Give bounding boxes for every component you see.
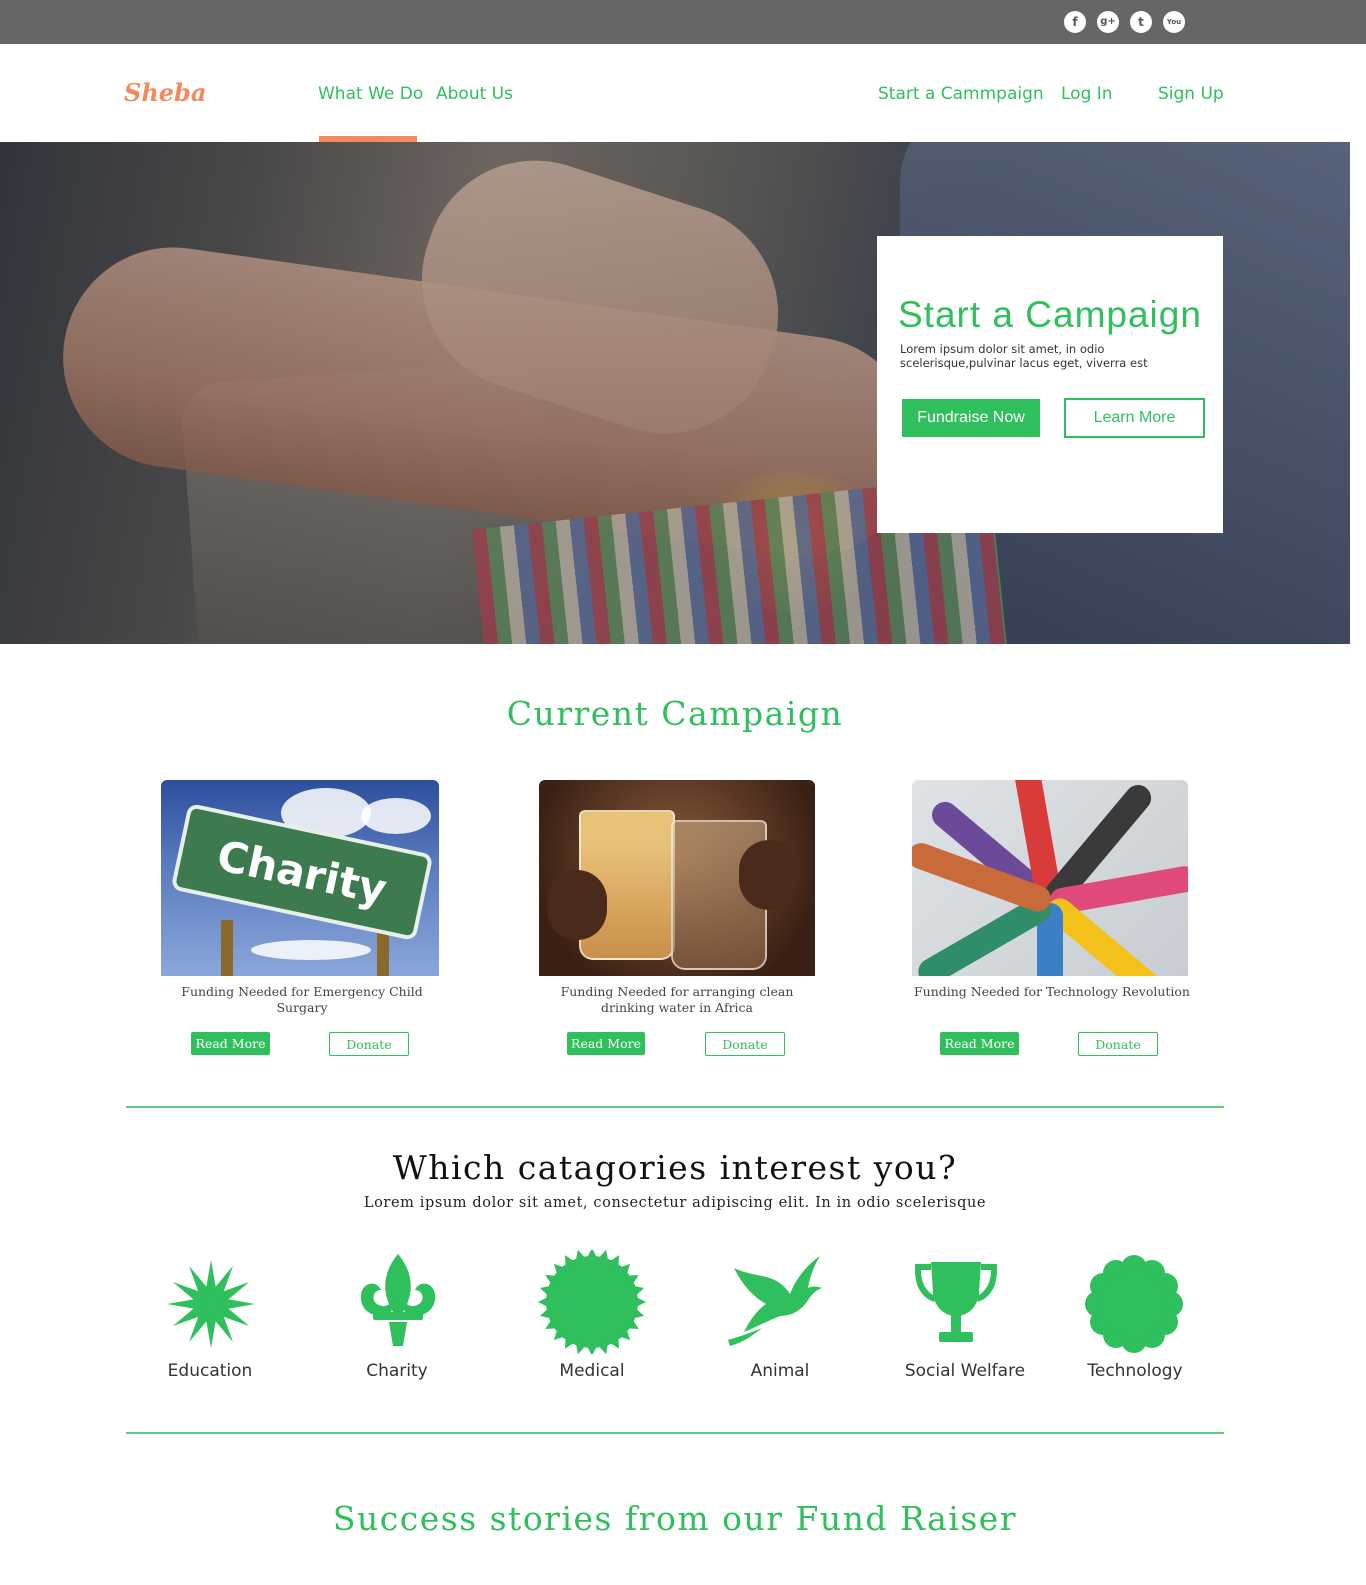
sign-post [221, 920, 233, 976]
cloud-shape [251, 940, 371, 960]
trophy-icon[interactable] [901, 1250, 1011, 1354]
category-label-social-welfare[interactable]: Social Welfare [895, 1361, 1035, 1381]
campaign-image-hands[interactable] [912, 780, 1188, 976]
campaign-caption: Funding Needed for Emergency Child Surga… [181, 984, 423, 1015]
hand-shape [547, 870, 607, 940]
social-top-bar: f g+ t You [0, 0, 1366, 44]
current-campaign-heading: Current Campaign [506, 694, 844, 733]
start-campaign-card: Start a Campaign Lorem ipsum dolor sit a… [877, 236, 1223, 533]
star-burst-icon[interactable] [156, 1250, 266, 1354]
nav-sign-up[interactable]: Sign Up [1158, 84, 1224, 104]
card-description: Lorem ipsum dolor sit amet, in odio scel… [900, 342, 1148, 370]
google-plus-icon[interactable]: g+ [1097, 11, 1119, 33]
categories-subtitle: Lorem ipsum dolor sit amet, consectetur … [363, 1195, 987, 1211]
cloud-shape [361, 798, 431, 834]
site-logo[interactable]: Sheba [124, 78, 206, 107]
youtube-icon[interactable]: You [1163, 11, 1185, 33]
category-label-charity[interactable]: Charity [327, 1361, 467, 1381]
seal-badge-icon[interactable] [537, 1250, 647, 1354]
campaign-image-charity[interactable]: Charity [161, 780, 439, 976]
read-more-button[interactable]: Read More [191, 1032, 270, 1055]
donate-button[interactable]: Donate [705, 1032, 785, 1056]
campaign-caption: Funding Needed for arranging clean drink… [560, 984, 794, 1015]
donate-button[interactable]: Donate [1078, 1032, 1158, 1056]
main-navbar: Sheba What We Do About Us Start a Cammpa… [0, 44, 1350, 142]
categories-heading: Which catagories interest you? [392, 1148, 958, 1187]
success-stories-heading: Success stories from our Fund Raiser [332, 1499, 1018, 1538]
campaign-caption: Funding Needed for Technology Revolution [913, 984, 1190, 999]
flower-icon[interactable] [1079, 1250, 1189, 1354]
nav-what-we-do[interactable]: What We Do [318, 84, 423, 104]
read-more-button[interactable]: Read More [940, 1032, 1019, 1055]
read-more-button[interactable]: Read More [567, 1032, 645, 1055]
donate-button[interactable]: Donate [329, 1032, 409, 1056]
twitter-icon[interactable]: t [1130, 11, 1152, 33]
category-label-technology[interactable]: Technology [1065, 1361, 1205, 1381]
category-label-animal[interactable]: Animal [710, 1361, 850, 1381]
learn-more-button[interactable]: Learn More [1064, 398, 1205, 438]
nav-log-in[interactable]: Log In [1061, 84, 1113, 104]
campaign-image-water[interactable] [539, 780, 815, 976]
hand-shape [739, 840, 799, 910]
nav-about-us[interactable]: About Us [436, 84, 513, 104]
category-label-education[interactable]: Education [140, 1361, 280, 1381]
section-divider [126, 1432, 1224, 1434]
card-title: Start a Campaign [898, 294, 1202, 335]
facebook-icon[interactable]: f [1064, 11, 1086, 33]
fundraise-now-button[interactable]: Fundraise Now [902, 399, 1040, 437]
dove-icon[interactable] [722, 1250, 832, 1354]
section-divider [126, 1106, 1224, 1108]
fleur-de-lis-icon[interactable] [343, 1250, 453, 1354]
category-label-medical[interactable]: Medical [522, 1361, 662, 1381]
nav-start-campaign[interactable]: Start a Cammpaign [878, 84, 1044, 104]
